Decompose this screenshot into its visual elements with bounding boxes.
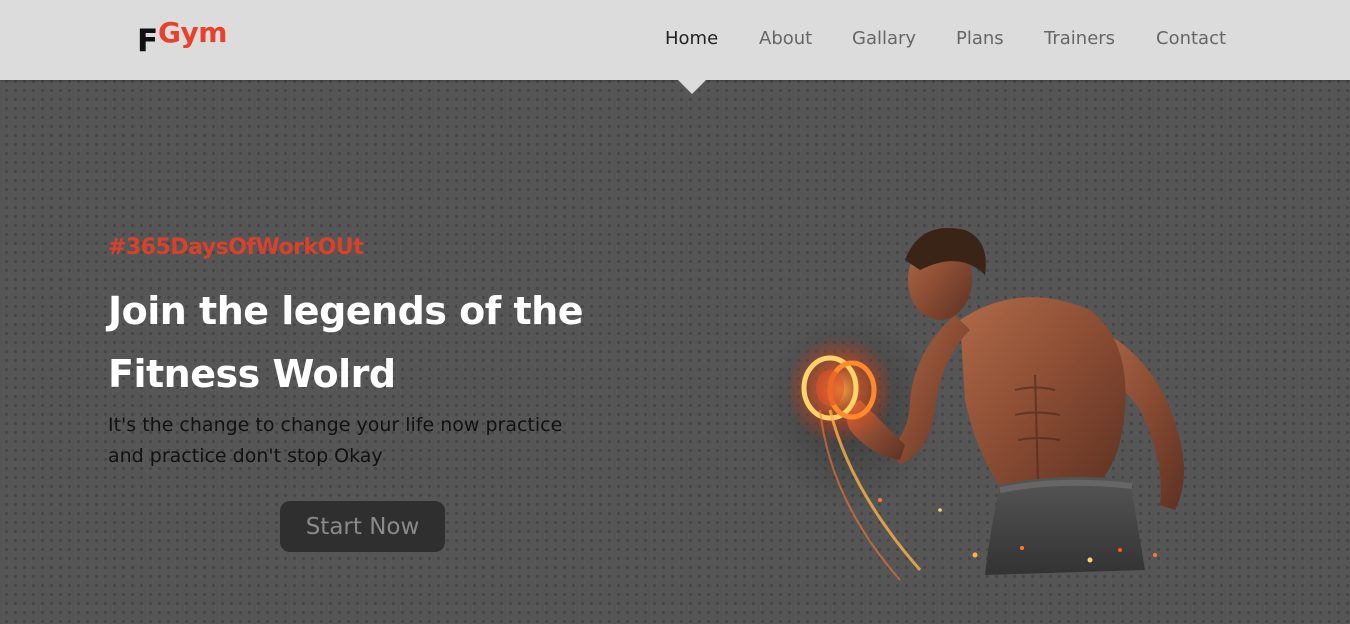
active-nav-indicator <box>678 80 706 94</box>
nav-gallery[interactable]: Gallary <box>852 28 916 49</box>
site-header: F Gym Home About Gallary Plans Trainers … <box>0 0 1350 80</box>
start-now-button[interactable]: Start Now <box>280 501 445 552</box>
subtext-line-2: and practice don't stop Okay <box>108 445 383 467</box>
headline-line-2: Fitness Wolrd <box>108 352 396 396</box>
bodybuilder-image <box>760 228 1184 581</box>
hero-hashtag: #365DaysOfWorkOUt <box>108 235 364 260</box>
nav-contact[interactable]: Contact <box>1156 28 1226 49</box>
nav-plans[interactable]: Plans <box>956 28 1004 49</box>
hero-subtext: It's the change to change your life now … <box>108 410 638 472</box>
hero-headline: Join the legends of the Fitness Wolrd <box>108 280 668 406</box>
nav-about[interactable]: About <box>759 28 812 49</box>
main-nav: Home About Gallary Plans Trainers Contac… <box>0 28 1350 58</box>
subtext-line-1: It's the change to change your life now … <box>108 414 563 436</box>
nav-trainers[interactable]: Trainers <box>1044 28 1115 49</box>
nav-home[interactable]: Home <box>665 28 718 49</box>
headline-line-1: Join the legends of the <box>108 289 584 333</box>
